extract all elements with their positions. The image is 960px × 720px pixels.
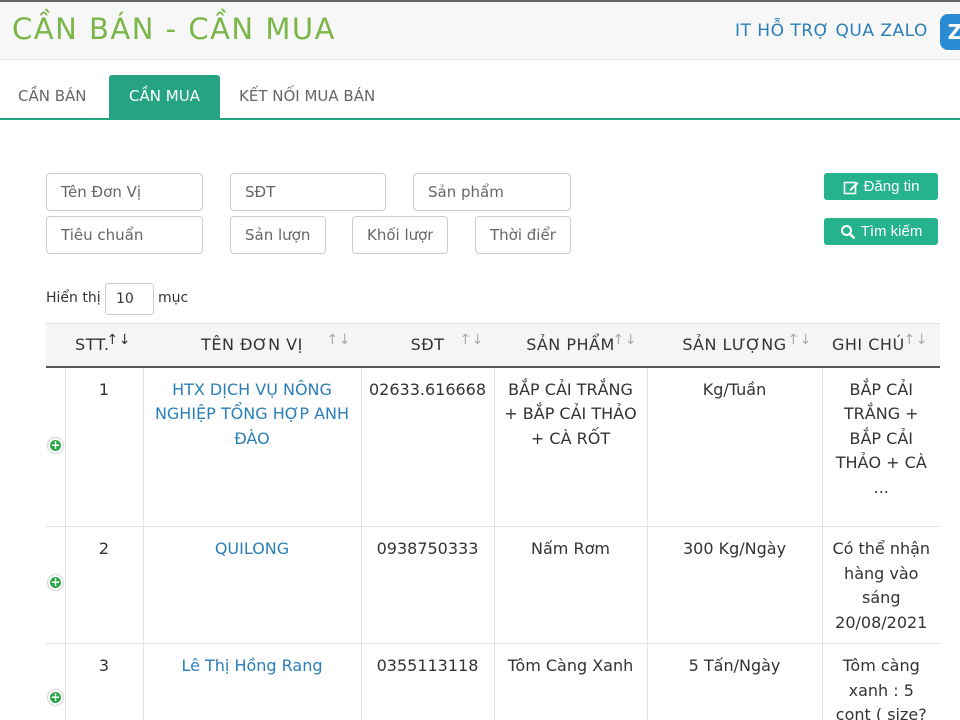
standard-input[interactable] (46, 216, 203, 254)
cell-stt: 3 (64, 643, 143, 720)
expand-row-icon[interactable]: + (48, 437, 63, 453)
post-listing-button[interactable]: Đăng tin (824, 173, 938, 200)
cell-phone: 0355113118 (360, 643, 494, 720)
cell-name: HTX DỊCH VỤ NÔNG NGHIỆP TỔNG HỢP ANH ĐÀO (142, 366, 361, 527)
unit-name-input[interactable] (46, 173, 203, 211)
cell-output: 300 Kg/Ngày (646, 526, 822, 644)
sort-icon: ↑↓ (787, 332, 812, 348)
tab-bar: CẦN BÁN CẦN MUA KẾT NỐI MUA BÁN (0, 75, 960, 120)
sort-icon: ↑↓ (903, 332, 928, 348)
zalo-support-link[interactable]: IT HỖ TRỢ QUA ZALO (735, 21, 928, 41)
header-ten-don-vi[interactable]: TÊN ĐƠN VỊ ↑↓ (143, 323, 361, 368)
listing-table: STT. ↑↓ TÊN ĐƠN VỊ ↑↓ SĐT ↑↓ SẢN PHẨM ↑↓ SẢN… (46, 323, 940, 720)
cell-phone: 02633.616668 (360, 366, 494, 527)
output-input[interactable] (230, 216, 326, 254)
product-input[interactable] (413, 173, 571, 211)
cell-name: Lê Thị Hồng Rang (142, 643, 361, 720)
search-button[interactable]: Tìm kiếm (824, 218, 938, 245)
expand-row-icon[interactable]: + (48, 575, 63, 590)
row-expand-cell: + (46, 366, 65, 527)
search-icon (840, 224, 856, 239)
edit-icon (843, 181, 859, 194)
table-row: + 2 QUILONG 0938750333 Nấm Rơm 300 Kg/Ng… (46, 526, 940, 644)
header-stt[interactable]: STT. ↑↓ (65, 323, 143, 368)
unit-name-link[interactable]: Lê Thị Hồng Rang (181, 656, 322, 675)
cell-stt: 2 (64, 526, 143, 644)
cell-product: Tôm Càng Xanh (493, 643, 647, 720)
cell-output: Kg/Tuần (646, 366, 822, 527)
sort-icon: ↑↓ (612, 332, 637, 348)
header-ghi-chu[interactable]: GHI CHÚ ↑↓ (822, 323, 940, 368)
weight-input[interactable] (352, 216, 448, 254)
time-input[interactable] (475, 216, 571, 254)
cell-output: 5 Tấn/Ngày (646, 643, 822, 720)
tab-can-ban[interactable]: CẦN BÁN (8, 75, 97, 118)
row-expand-cell: + (46, 526, 65, 644)
expand-row-icon[interactable]: + (48, 690, 63, 705)
table-row: + 1 HTX DỊCH VỤ NÔNG NGHIỆP TỔNG HỢP ANH… (46, 366, 940, 527)
cell-product: Nấm Rơm (493, 526, 647, 644)
cell-name: QUILONG (142, 526, 361, 644)
header-sdt[interactable]: SĐT ↑↓ (361, 323, 494, 368)
zalo-icon[interactable]: Z (940, 14, 960, 50)
page-size-input[interactable] (105, 283, 154, 315)
sort-icon: ↑↓ (459, 332, 484, 348)
cell-phone: 0938750333 (360, 526, 494, 644)
page-title: CẦN BÁN - CẦN MUA (12, 12, 336, 46)
cell-note: Tôm càng xanh : 5 cont ( size? Tôm (821, 643, 940, 720)
header-san-luong[interactable]: SẢN LƯỢNG ↑↓ (647, 323, 822, 368)
row-expand-cell: + (46, 643, 65, 720)
header-san-pham[interactable]: SẢN PHẨM ↑↓ (494, 323, 647, 368)
sort-icon: ↑↓ (326, 332, 351, 348)
post-listing-label: Đăng tin (863, 178, 920, 195)
header-expand (46, 323, 65, 368)
cell-note: Có thể nhận hàng vào sáng 20/08/2021 (821, 526, 940, 644)
unit-name-link[interactable]: QUILONG (215, 539, 289, 558)
page-size-unit: mục (158, 290, 189, 306)
sort-asc-icon: ↑↓ (106, 332, 131, 348)
phone-input[interactable] (230, 173, 386, 211)
tab-ket-noi-mua-ban[interactable]: KẾT NỐI MUA BÁN (229, 75, 385, 118)
unit-name-link[interactable]: HTX DỊCH VỤ NÔNG NGHIỆP TỔNG HỢP ANH ĐÀO (155, 380, 349, 448)
search-label: Tìm kiếm (860, 223, 923, 240)
table-header-row: STT. ↑↓ TÊN ĐƠN VỊ ↑↓ SĐT ↑↓ SẢN PHẨM ↑↓ SẢN… (46, 323, 940, 368)
page-size-label: Hiển thị (46, 290, 101, 306)
cell-stt: 1 (64, 366, 143, 527)
page-header: CẦN BÁN - CẦN MUA IT HỖ TRỢ QUA ZALO Z (0, 0, 960, 60)
cell-product: BẮP CẢI TRẮNG + BẮP CẢI THẢO + CÀ RỐT (493, 366, 647, 527)
cell-note: BẮP CẢI TRẮNG + BẮP CẢI THẢO + CÀ ... (821, 366, 940, 527)
tab-can-mua[interactable]: CẦN MUA (109, 75, 220, 118)
table-row: + 3 Lê Thị Hồng Rang 0355113118 Tôm Càng… (46, 643, 940, 720)
